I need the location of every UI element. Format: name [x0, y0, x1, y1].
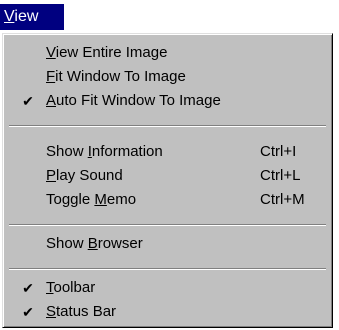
label-text: it Window To Image [55, 68, 186, 85]
menu-item-label: Status Bar [46, 300, 116, 324]
label-text: iew Entire Image [55, 44, 168, 61]
label-mnemonic: S [46, 303, 57, 320]
menu-item-label: Toggle Memo [46, 188, 136, 212]
menu-item-fit-window-to-image[interactable]: Fit Window To Image [3, 65, 332, 89]
menu-separator [9, 224, 326, 226]
menu-item-toggle-memo[interactable]: Toggle Memo Ctrl+M [3, 188, 332, 212]
label-text: nformation [91, 143, 163, 160]
label-text: lay Sound [56, 167, 123, 184]
view-dropdown-menu: View Entire Image Fit Window To Image ✔ … [2, 33, 333, 328]
menu-item-label: Auto Fit Window To Image [46, 89, 221, 113]
label-text: rowser [97, 235, 143, 252]
menu-item-show-information[interactable]: Show Information Ctrl+I [3, 140, 332, 164]
label-text: Show [46, 235, 88, 252]
menu-item-show-browser[interactable]: Show Browser [3, 232, 332, 256]
menu-item-label: View Entire Image [46, 41, 167, 65]
menu-item-toolbar[interactable]: ✔ Toolbar [3, 276, 332, 300]
view-menu-title-rest: iew [14, 8, 39, 25]
label-text: Toggle [46, 191, 95, 208]
label-text: uto Fit Window To Image [56, 92, 221, 109]
shortcut-label: Ctrl+I [260, 143, 297, 160]
label-text: Show [46, 143, 88, 160]
menu-item-label: Show Browser [46, 232, 143, 256]
label-text: oolbar [53, 279, 96, 296]
checkmark-icon: ✔ [22, 280, 34, 296]
menu-separator [9, 125, 326, 127]
label-text: emo [106, 191, 137, 208]
label-mnemonic: M [94, 191, 107, 208]
label-mnemonic: A [46, 92, 57, 109]
menu-item-status-bar[interactable]: ✔ Status Bar [3, 300, 332, 324]
menu-item-label: Show Information [46, 140, 163, 164]
label-mnemonic: P [46, 167, 57, 184]
menu-item-label: Fit Window To Image [46, 65, 186, 89]
menu-item-label: Toolbar [46, 276, 95, 300]
menu-separator [9, 268, 326, 270]
menu-item-view-entire-image[interactable]: View Entire Image [3, 41, 332, 65]
shortcut-label: Ctrl+L [260, 167, 301, 184]
label-text: tatus Bar [56, 303, 117, 320]
label-mnemonic: T [46, 279, 54, 296]
view-menu-title[interactable]: View [0, 4, 64, 30]
label-mnemonic: B [87, 235, 98, 252]
label-mnemonic: F [46, 68, 56, 85]
menu-item-label: Play Sound [46, 164, 123, 188]
view-menu-title-mnemonic: V [4, 8, 15, 25]
shortcut-label: Ctrl+M [260, 191, 305, 208]
checkmark-icon: ✔ [22, 93, 34, 109]
checkmark-icon: ✔ [22, 304, 34, 320]
menu-item-play-sound[interactable]: Play Sound Ctrl+L [3, 164, 332, 188]
menu-item-auto-fit-window-to-image[interactable]: ✔ Auto Fit Window To Image [3, 89, 332, 113]
label-mnemonic: V [46, 44, 56, 61]
